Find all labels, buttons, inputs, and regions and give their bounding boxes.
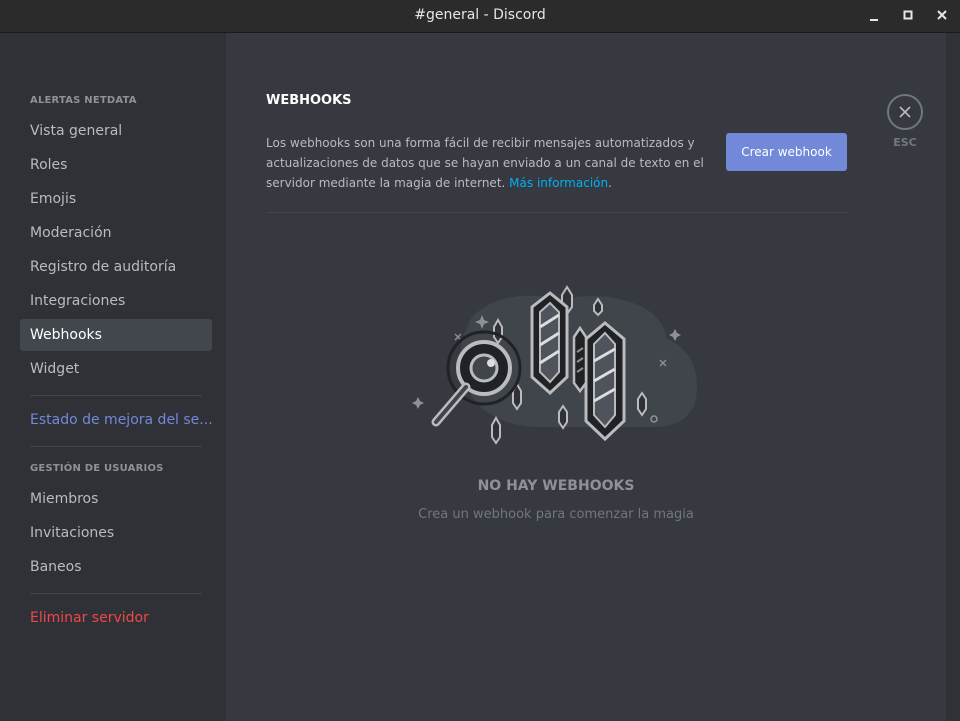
close-settings-button[interactable] (887, 94, 923, 130)
empty-state-title: NO HAY WEBHOOKS (477, 478, 635, 494)
sidebar-item-emojis[interactable]: Emojis (20, 183, 212, 215)
right-edge-panel (946, 33, 960, 721)
sidebar-item-widget[interactable]: Widget (20, 353, 212, 385)
settings-content: WEBHOOKS Los webhooks son una forma fáci… (226, 33, 946, 721)
sidebar-item-invites[interactable]: Invitaciones (20, 517, 212, 549)
sidebar-item-audit-log[interactable]: Registro de auditoría (20, 251, 212, 283)
esc-close-icon (899, 106, 911, 118)
sidebar-item-boost-status[interactable]: Estado de mejora del se... (20, 404, 212, 436)
sidebar-item-overview[interactable]: Vista general (20, 115, 212, 147)
close-window-button[interactable] (931, 6, 953, 26)
webhooks-description: Los webhooks son una forma fácil de reci… (266, 133, 706, 193)
sidebar-item-members[interactable]: Miembros (20, 483, 212, 515)
section-header-server: ALERTAS NETDATA (30, 95, 137, 106)
page-title: WEBHOOKS (266, 93, 352, 108)
minimize-icon (870, 19, 878, 21)
sidebar-item-roles[interactable]: Roles (20, 149, 212, 181)
sidebar-item-webhooks[interactable]: Webhooks (20, 319, 212, 351)
description-text: Los webhooks son una forma fácil de reci… (266, 136, 704, 190)
description-end: . (608, 176, 612, 190)
create-webhook-button[interactable]: Crear webhook (726, 133, 847, 171)
sidebar-item-integrations[interactable]: Integraciones (20, 285, 212, 317)
window-titlebar: #general - Discord (0, 0, 960, 33)
sidebar-divider (30, 593, 202, 594)
section-header-user-management: GESTIÓN DE USUARIOS (30, 463, 164, 474)
sidebar-item-moderation[interactable]: Moderación (20, 217, 212, 249)
sidebar-divider (30, 446, 202, 447)
close-icon (937, 10, 947, 20)
sidebar-item-delete-server[interactable]: Eliminar servidor (20, 602, 212, 634)
content-divider (266, 212, 848, 213)
minimize-button[interactable] (863, 6, 885, 26)
more-info-link[interactable]: Más información (509, 176, 608, 190)
maximize-icon (903, 10, 913, 20)
sidebar-divider (30, 395, 202, 396)
window-title: #general - Discord (414, 7, 546, 23)
sidebar-item-bans[interactable]: Baneos (20, 551, 212, 583)
empty-state-subtitle: Crea un webhook para comenzar la magia (418, 507, 694, 522)
webhook-empty-illustration (412, 285, 697, 445)
settings-sidebar: ALERTAS NETDATA Vista general Roles Emoj… (0, 33, 226, 721)
esc-label: ESC (893, 136, 917, 149)
maximize-button[interactable] (897, 6, 919, 26)
